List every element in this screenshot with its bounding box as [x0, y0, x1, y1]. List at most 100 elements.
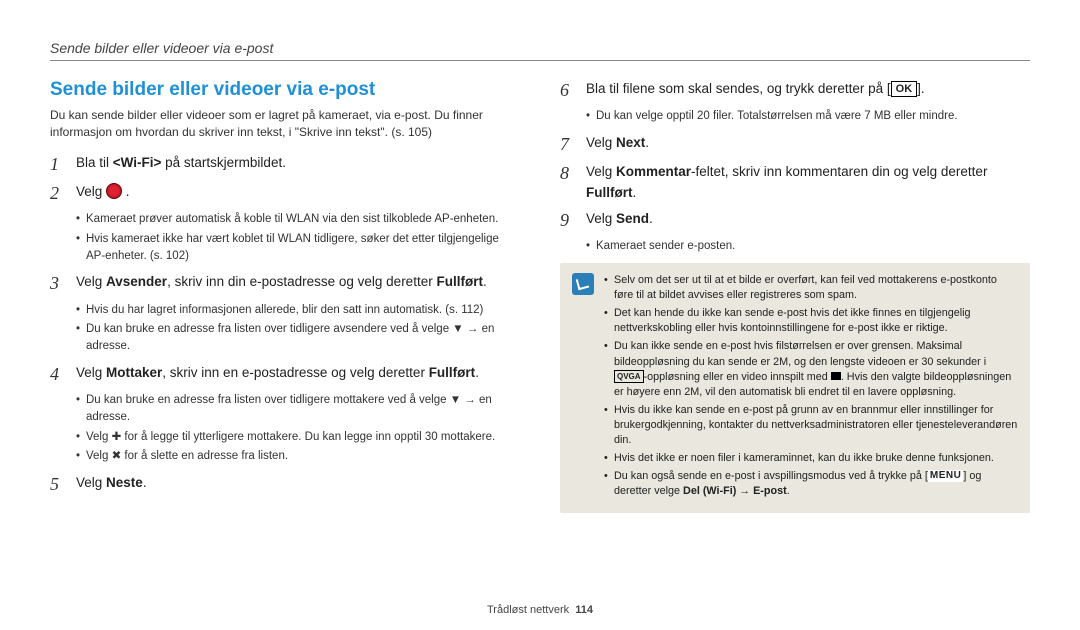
bold-label: Del (Wi-Fi) [683, 485, 736, 497]
step-body: Bla til filene som skal sendes, og trykk… [586, 79, 925, 102]
intro-paragraph: Du kan sende bilder eller videoer som er… [50, 107, 520, 141]
step-text: ]. [917, 81, 925, 96]
note-text: . [787, 485, 790, 497]
note-item: Selv om det ser ut til at et bilde er ov… [604, 273, 1018, 303]
step-6-notes: Du kan velge opptil 20 filer. Totalstørr… [560, 108, 1030, 125]
wifi-label: <Wi-Fi> [113, 155, 162, 170]
step-2: 2 Velg . [50, 182, 520, 205]
step-text: . [126, 184, 130, 199]
step-text: , skriv inn en e-postadresse og velg der… [162, 365, 428, 380]
step-text: . [649, 211, 653, 226]
note-text: Du kan ikke sende en e-post hvis filstør… [614, 340, 986, 367]
note-box: Selv om det ser ut til at et bilde er ov… [560, 263, 1030, 513]
step-body: Velg Mottaker, skriv inn en e-postadress… [76, 363, 479, 386]
step-text: Velg [586, 211, 616, 226]
step-text: Velg [76, 365, 106, 380]
sub-item: Kameraet prøver automatisk å koble til W… [76, 211, 520, 228]
bold-label: Fullført [436, 274, 483, 289]
step-number: 4 [50, 363, 66, 386]
step-number: 7 [560, 133, 576, 156]
video-icon [831, 372, 841, 380]
note-text: → [736, 485, 753, 497]
step-text: Velg [76, 184, 106, 199]
bold-label: Send [616, 211, 649, 226]
note-item: Hvis du ikke kan sende en e-post på grun… [604, 403, 1018, 448]
step-3: 3 Velg Avsender, skriv inn din e-postadr… [50, 272, 520, 295]
step-body: Velg Neste. [76, 473, 147, 496]
sub-item: Du kan bruke en adresse fra listen over … [76, 321, 520, 354]
sub-item: Kameraet sender e-posten. [586, 238, 1030, 255]
header-rule [50, 60, 1030, 61]
sub-item: Du kan bruke en adresse fra listen over … [76, 392, 520, 425]
bold-label: Next [616, 135, 645, 150]
step-1: 1 Bla til <Wi-Fi> på startskjermbildet. [50, 153, 520, 176]
note-icon [572, 273, 594, 295]
step-text: . [633, 185, 637, 200]
note-item: Hvis det ikke er noen filer i kameraminn… [604, 451, 1018, 466]
step-text: Velg [586, 135, 616, 150]
step-4: 4 Velg Mottaker, skriv inn en e-postadre… [50, 363, 520, 386]
page-header: Sende bilder eller videoer via e-post [50, 40, 1030, 61]
step-text: Velg [76, 475, 106, 490]
step-body: Velg Send. [586, 209, 653, 232]
sub-item: Hvis kameraet ikke har vært koblet til W… [76, 231, 520, 264]
step-2-notes: Kameraet prøver automatisk å koble til W… [50, 211, 520, 264]
step-text: . [483, 274, 487, 289]
step-6: 6 Bla til filene som skal sendes, og try… [560, 79, 1030, 102]
step-number: 5 [50, 473, 66, 496]
bold-label: Fullført [429, 365, 476, 380]
right-column: 6 Bla til filene som skal sendes, og try… [560, 79, 1030, 513]
step-body: Velg Next. [586, 133, 649, 156]
step-number: 8 [560, 162, 576, 203]
qvga-icon: QVGA [614, 370, 644, 383]
page-footer: Trådløst nettverk 114 [0, 604, 1080, 616]
step-number: 2 [50, 182, 66, 205]
footer-label: Trådløst nettverk [487, 604, 569, 616]
sub-item: Velg ✚ for å legge til ytterligere motta… [76, 429, 520, 446]
step-text: Velg [586, 164, 616, 179]
note-text: -oppløsning eller en video innspilt med [644, 371, 831, 383]
content-columns: Sende bilder eller videoer via e-post Du… [50, 79, 1030, 513]
step-9-notes: Kameraet sender e-posten. [560, 238, 1030, 255]
bold-label: Neste [106, 475, 143, 490]
step-text: på startskjermbildet. [161, 155, 286, 170]
step-body: Velg Kommentar-feltet, skriv inn komment… [586, 162, 1030, 203]
step-text: , skriv inn din e-postadresse og velg de… [167, 274, 436, 289]
note-list: Selv om det ser ut til at et bilde er ov… [604, 273, 1018, 503]
bold-label: E-post [753, 485, 787, 497]
step-text: Bla til [76, 155, 113, 170]
step-5: 5 Velg Neste. [50, 473, 520, 496]
bold-label: Avsender [106, 274, 167, 289]
page-number: 114 [575, 604, 593, 616]
section-heading: Sende bilder eller videoer via e-post [50, 79, 520, 101]
step-7: 7 Velg Next. [560, 133, 1030, 156]
step-number: 9 [560, 209, 576, 232]
left-column: Sende bilder eller videoer via e-post Du… [50, 79, 520, 513]
sub-item: Velg ✖ for å slette en adresse fra liste… [76, 448, 520, 465]
ok-button-icon: OK [891, 81, 918, 97]
sub-item: Du kan velge opptil 20 filer. Totalstørr… [586, 108, 1030, 125]
sub-item: Hvis du har lagret informasjonen allered… [76, 302, 520, 319]
step-text: . [143, 475, 147, 490]
note-item: Du kan ikke sende en e-post hvis filstør… [604, 339, 1018, 399]
step-text: -feltet, skriv inn kommentaren din og ve… [691, 164, 987, 179]
step-number: 6 [560, 79, 576, 102]
bold-label: Mottaker [106, 365, 162, 380]
step-text: . [645, 135, 649, 150]
step-number: 1 [50, 153, 66, 176]
step-number: 3 [50, 272, 66, 295]
header-title: Sende bilder eller videoer via e-post [50, 40, 1030, 56]
step-body: Velg Avsender, skriv inn din e-postadres… [76, 272, 487, 295]
step-8: 8 Velg Kommentar-feltet, skriv inn komme… [560, 162, 1030, 203]
menu-button-icon: MENU [928, 470, 963, 482]
step-3-notes: Hvis du har lagret informasjonen allered… [50, 302, 520, 355]
bold-label: Kommentar [616, 164, 691, 179]
note-item: Du kan også sende en e-post i avspilling… [604, 469, 1018, 499]
step-text: Velg [76, 274, 106, 289]
note-item: Det kan hende du ikke kan sende e-post h… [604, 306, 1018, 336]
step-9: 9 Velg Send. [560, 209, 1030, 232]
email-icon [106, 183, 122, 199]
note-text: Du kan også sende en e-post i avspilling… [614, 470, 928, 482]
step-4-notes: Du kan bruke en adresse fra listen over … [50, 392, 520, 465]
step-text: . [475, 365, 479, 380]
